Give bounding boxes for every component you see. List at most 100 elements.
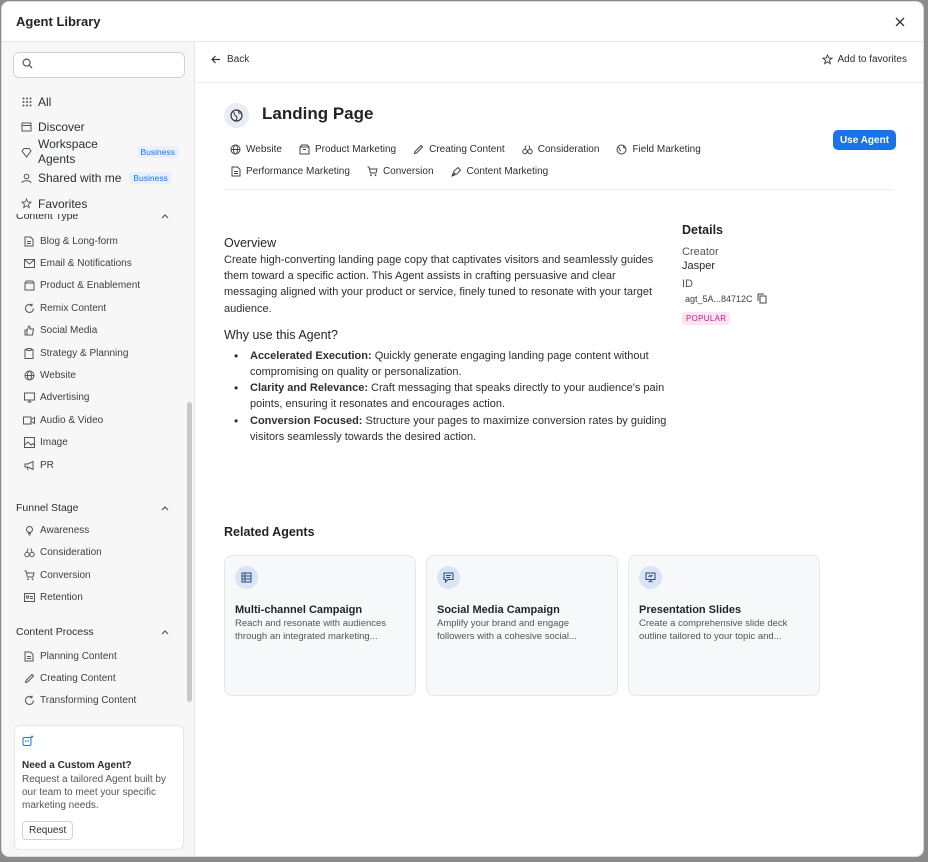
globe-icon <box>616 144 627 155</box>
search-field[interactable] <box>39 58 179 72</box>
filter-label: Planning Content <box>40 650 117 662</box>
video-icon <box>23 414 35 426</box>
copy-icon[interactable] <box>757 293 767 304</box>
filter-item-email[interactable]: Email & Notifications <box>2 252 195 274</box>
custom-agent-icon <box>22 734 34 751</box>
related-agent-card[interactable]: Presentation Slides Create a comprehensi… <box>628 555 820 696</box>
tag-field-marketing: Field Marketing <box>616 143 701 155</box>
lightbulb-icon <box>23 524 35 536</box>
document-icon <box>23 650 35 662</box>
chevron-up-icon <box>161 502 169 514</box>
filter-item-conversion[interactable]: Conversion <box>2 564 195 586</box>
sidebar-item-favorites[interactable]: Favorites <box>20 194 185 213</box>
related-agent-card[interactable]: Multi-channel Campaign Reach and resonat… <box>224 555 416 696</box>
filter-item-strategy[interactable]: Strategy & Planning <box>2 342 195 364</box>
filter-item-advertising[interactable]: Advertising <box>2 387 195 409</box>
filter-item-product[interactable]: Product & Enablement <box>2 275 195 297</box>
close-icon[interactable] <box>891 13 909 31</box>
filter-label: Image <box>40 437 68 449</box>
clipboard-icon <box>23 347 35 359</box>
detail-topbar: Back Add to favorites <box>195 42 923 83</box>
filter-item-remix[interactable]: Remix Content <box>2 297 195 319</box>
calendar-icon <box>20 120 33 133</box>
tag-label: Content Marketing <box>466 165 549 177</box>
card-desc: Create a comprehensive slide deck outlin… <box>639 618 788 642</box>
add-to-favorites-button[interactable]: Add to favorites <box>821 54 907 65</box>
creator-value: Jasper <box>682 260 716 272</box>
filter-item-consideration[interactable]: Consideration <box>2 542 195 564</box>
modal-header: Agent Library <box>2 2 923 42</box>
related-agent-card[interactable]: Social Media Campaign Amplify your brand… <box>426 555 618 696</box>
globe-icon <box>224 103 249 128</box>
tag-label: Creating Content <box>429 143 505 155</box>
details-panel: Details Creator Jasper ID agt_5A...84712… <box>682 223 842 326</box>
filter-item-website[interactable]: Website <box>2 364 195 386</box>
filter-label: Email & Notifications <box>40 258 132 270</box>
section-header-content-process[interactable]: Content Process <box>2 622 195 642</box>
tag-consideration: Consideration <box>522 143 600 155</box>
document-icon <box>23 235 35 247</box>
section-title: Content Type <box>16 214 79 222</box>
filter-label: Audio & Video <box>40 414 104 426</box>
filter-item-awareness[interactable]: Awareness <box>2 519 195 541</box>
search-input[interactable] <box>13 52 185 78</box>
filter-label: Strategy & Planning <box>40 347 129 359</box>
binoculars-icon <box>522 144 533 155</box>
megaphone-icon <box>23 459 35 471</box>
popular-badge: POPULAR <box>682 312 731 325</box>
pen-nib-icon <box>450 166 462 177</box>
pencil-icon <box>413 144 424 155</box>
table-icon <box>235 566 258 589</box>
tag-product-marketing: Product Marketing <box>299 144 396 155</box>
mail-icon <box>23 258 35 270</box>
filter-item-transforming[interactable]: Transforming Content <box>2 690 195 712</box>
section-header-funnel-stage[interactable]: Funnel Stage <box>2 498 195 518</box>
request-button[interactable]: Request <box>22 821 74 840</box>
custom-agent-card: Need a Custom Agent? Request a tailored … <box>14 725 184 850</box>
sidebar-item-label: Shared with me <box>38 171 122 185</box>
sidebar-item-all[interactable]: All <box>20 92 185 111</box>
filter-item-pr[interactable]: PR <box>2 454 195 476</box>
tag-label: Consideration <box>537 143 600 155</box>
creator-label: Creator <box>682 246 719 258</box>
filter-item-image[interactable]: Image <box>2 432 195 454</box>
filter-label: Product & Enablement <box>40 280 141 292</box>
why-list: Accelerated Execution: Quickly generate … <box>224 348 669 445</box>
sidebar-item-discover[interactable]: Discover <box>20 117 185 136</box>
filter-item-planning[interactable]: Planning Content <box>2 645 195 667</box>
use-agent-button[interactable]: Use Agent <box>833 130 896 150</box>
agent-detail: Back Add to favorites Landing Page Websi… <box>195 42 923 856</box>
agent-title: Landing Page <box>262 104 374 123</box>
filter-label: PR <box>40 459 54 471</box>
sidebar-item-shared-with-me[interactable]: Shared with me Business <box>20 168 185 188</box>
list-item: Conversion Focused: Structure your pages… <box>224 413 669 445</box>
sidebar-item-label: All <box>38 94 52 109</box>
refresh-icon <box>23 302 35 314</box>
filter-item-creating[interactable]: Creating Content <box>2 667 195 689</box>
why-title: Why use this Agent? <box>224 327 338 342</box>
section-header-content-type[interactable]: Content Type <box>2 214 195 226</box>
filter-label: Conversion <box>40 569 91 581</box>
sidebar-scrollbar[interactable] <box>187 402 192 702</box>
custom-agent-desc: Request a tailored Agent built by our te… <box>22 774 166 811</box>
agent-id: agt_5A...84712C <box>682 293 842 304</box>
filter-item-social[interactable]: Social Media <box>2 320 195 342</box>
back-label: Back <box>227 54 250 65</box>
sidebar-item-workspace-agents[interactable]: Workspace Agents Business <box>20 136 185 168</box>
binoculars-icon <box>23 547 35 559</box>
filter-item-blog[interactable]: Blog & Long-form <box>2 230 195 252</box>
tag-label: Field Marketing <box>632 143 701 155</box>
globe-icon <box>23 370 35 382</box>
card-desc: Reach and resonate with audiences throug… <box>235 618 387 642</box>
card-title: Presentation Slides <box>639 604 742 616</box>
search-icon <box>22 56 33 74</box>
filter-item-audio-video[interactable]: Audio & Video <box>2 409 195 431</box>
tag-website: Website <box>230 144 282 155</box>
globe-icon <box>230 144 241 155</box>
tag-label: Conversion <box>382 165 434 177</box>
star-icon <box>20 197 33 210</box>
filter-item-retention[interactable]: Retention <box>2 586 195 608</box>
back-button[interactable]: Back <box>211 54 249 65</box>
business-badge: Business <box>136 146 179 158</box>
filter-label: Transforming Content <box>40 695 137 707</box>
